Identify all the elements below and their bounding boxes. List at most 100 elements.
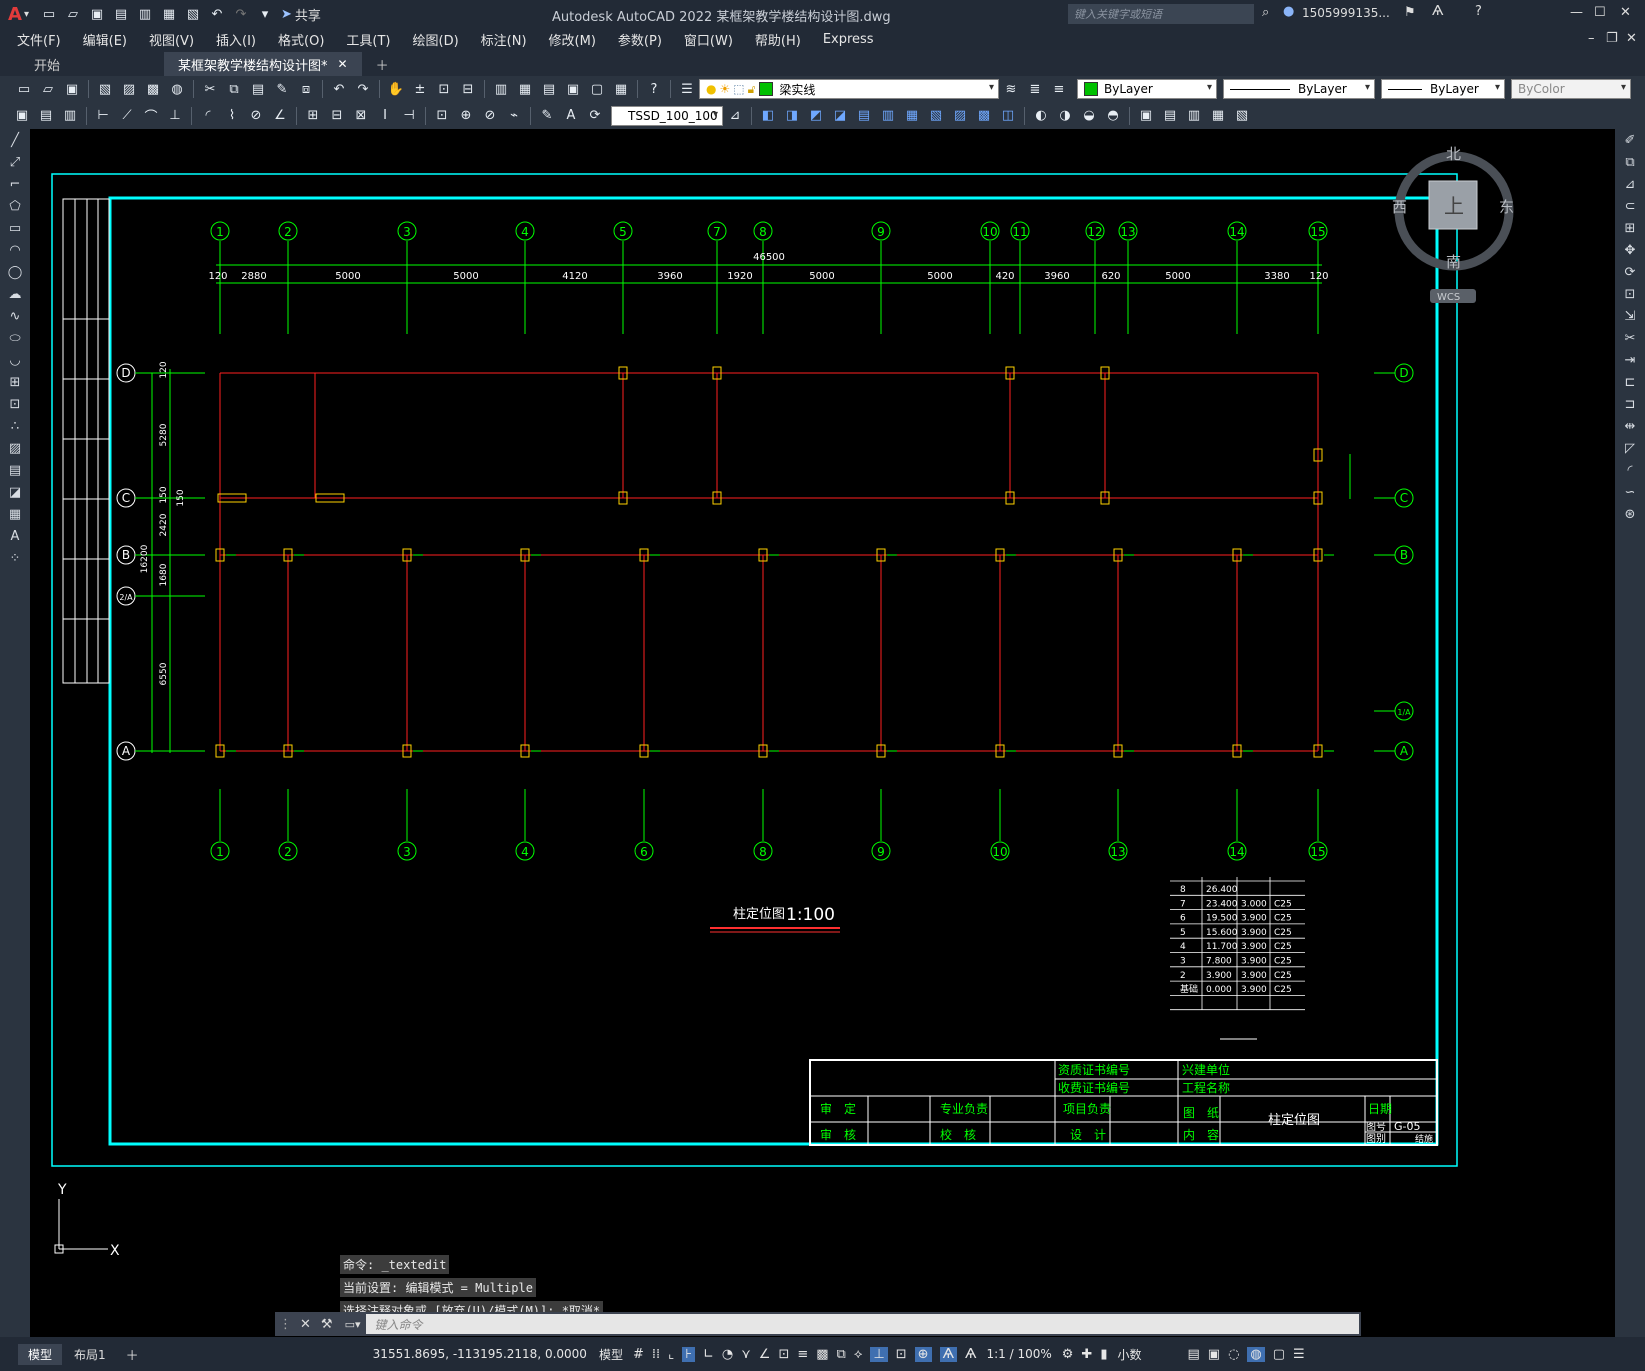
- save-icon[interactable]: ▣: [87, 4, 107, 24]
- plot-icon[interactable]: ▧: [95, 79, 115, 99]
- center-mark-icon[interactable]: ⊕: [456, 106, 476, 126]
- new-file-icon[interactable]: ▭: [39, 4, 59, 24]
- new-icon[interactable]: ▭: [14, 79, 34, 99]
- array-icon[interactable]: ⊞: [1615, 217, 1645, 239]
- copy-icon[interactable]: ⧉: [224, 79, 244, 99]
- rectangle-icon[interactable]: ▭: [0, 217, 30, 239]
- quick-dim-icon[interactable]: ⊞: [303, 106, 323, 126]
- ellipse-arc-icon[interactable]: ◡: [0, 349, 30, 371]
- close-button[interactable]: ✕: [1620, 5, 1631, 20]
- tool-10-icon[interactable]: ▩: [974, 106, 994, 126]
- 3d-osnap-icon[interactable]: ⟡: [854, 1347, 863, 1362]
- share-button[interactable]: ➤ 共享: [281, 5, 321, 24]
- tool-8-icon[interactable]: ▧: [926, 106, 946, 126]
- tool-7-icon[interactable]: ▦: [902, 106, 922, 126]
- polyline-icon[interactable]: ⌐: [0, 173, 30, 195]
- region-icon[interactable]: ◪: [0, 481, 30, 503]
- construction-line-icon[interactable]: ⤢: [0, 151, 30, 173]
- tool-14-icon[interactable]: ◒: [1079, 106, 1099, 126]
- save-as-icon[interactable]: ▤: [111, 4, 131, 24]
- snap-icon[interactable]: ⁞⁞: [652, 1347, 660, 1362]
- spline-icon[interactable]: ∿: [0, 305, 30, 327]
- tssd-icon-3[interactable]: ▥: [60, 106, 80, 126]
- search-icon[interactable]: ⌕: [1262, 5, 1269, 20]
- tool-9-icon[interactable]: ▨: [950, 106, 970, 126]
- wrench-icon[interactable]: ⚒: [321, 1317, 333, 1332]
- menu-file[interactable]: 文件(F): [6, 30, 72, 49]
- undo-icon[interactable]: ↶: [329, 79, 349, 99]
- dynamic-ucs-icon[interactable]: ⊥: [870, 1346, 888, 1362]
- open-icon[interactable]: ▱: [38, 79, 58, 99]
- clean-screen-icon[interactable]: ▢: [1273, 1347, 1285, 1362]
- publish-icon[interactable]: ▩: [143, 79, 163, 99]
- save-icon[interactable]: ▣: [62, 79, 82, 99]
- block-editor-icon[interactable]: ⧈: [296, 79, 316, 99]
- jogged-dim-icon[interactable]: ⌇: [222, 106, 242, 126]
- break-at-point-icon[interactable]: ⊏: [1615, 371, 1645, 393]
- polygon-icon[interactable]: ⬠: [0, 195, 30, 217]
- plot-icon[interactable]: ▧: [183, 4, 203, 24]
- cart-icon[interactable]: ⚑: [1404, 5, 1416, 20]
- tool-18-icon[interactable]: ▥: [1184, 106, 1204, 126]
- plotstyle-dropdown[interactable]: ByColor ▾: [1511, 79, 1631, 99]
- quick-properties-icon[interactable]: ▤: [1187, 1347, 1199, 1362]
- minimize-button[interactable]: —: [1570, 5, 1583, 20]
- hatch-icon[interactable]: ▨: [0, 437, 30, 459]
- make-block-icon[interactable]: ⊡: [0, 393, 30, 415]
- blend-icon[interactable]: ∽: [1615, 481, 1645, 503]
- radius-dim-icon[interactable]: ◜: [198, 106, 218, 126]
- menu-help[interactable]: 帮助(H): [744, 30, 812, 49]
- tool-13-icon[interactable]: ◑: [1055, 106, 1075, 126]
- new-tab-button[interactable]: ＋: [362, 52, 403, 76]
- isolate-objects-icon[interactable]: ◌: [1228, 1347, 1239, 1362]
- coordinates[interactable]: 31551.8695, -113195.2118, 0.0000: [367, 1347, 593, 1361]
- line-icon[interactable]: ╱: [0, 129, 30, 151]
- menu-dimension[interactable]: 标注(N): [470, 30, 538, 49]
- model-space-toggle[interactable]: 模型: [593, 1346, 629, 1363]
- design-center-icon[interactable]: ▦: [515, 79, 535, 99]
- paste-icon[interactable]: ▤: [248, 79, 268, 99]
- tool-2-icon[interactable]: ◨: [782, 106, 802, 126]
- layer-dropdown[interactable]: ● ☀ ⬚ 🔓︎ 梁实线 ▾: [699, 79, 999, 99]
- cut-icon[interactable]: ✂: [200, 79, 220, 99]
- diameter-dim-icon[interactable]: ⊘: [246, 106, 266, 126]
- command-prompt-icon[interactable]: ▭▾: [345, 1318, 361, 1331]
- gradient-icon[interactable]: ▤: [0, 459, 30, 481]
- doc-restore-button[interactable]: ❐: [1606, 31, 1618, 46]
- menu-view[interactable]: 视图(V): [138, 30, 205, 49]
- units-icon[interactable]: ▮: [1100, 1347, 1107, 1362]
- break-icon[interactable]: ⊐: [1615, 393, 1645, 415]
- user-icon[interactable]: ●: [1283, 4, 1294, 19]
- viewcube-west[interactable]: 西: [1392, 198, 1407, 216]
- menu-edit[interactable]: 编辑(E): [72, 30, 138, 49]
- tool-11-icon[interactable]: ◫: [998, 106, 1018, 126]
- point-icon[interactable]: ∴: [0, 415, 30, 437]
- linear-dim-icon[interactable]: ⊢: [93, 106, 113, 126]
- grip-icon[interactable]: ⋮: [279, 1317, 292, 1332]
- tool-3-icon[interactable]: ◩: [806, 106, 826, 126]
- offset-icon[interactable]: ⊂: [1615, 195, 1645, 217]
- doc-minimize-button[interactable]: –: [1588, 31, 1595, 46]
- zoom-realtime-icon[interactable]: ±: [410, 79, 430, 99]
- zoom-window-icon[interactable]: ⊡: [434, 79, 454, 99]
- publish-icon[interactable]: ▥: [135, 4, 155, 24]
- calculator-icon[interactable]: ▦: [611, 79, 631, 99]
- layout-tab-model[interactable]: 模型: [18, 1343, 63, 1365]
- menu-format[interactable]: 格式(O): [267, 30, 335, 49]
- copy-object-icon[interactable]: ⧉: [1615, 151, 1645, 173]
- close-tab-icon[interactable]: ✕: [338, 57, 348, 71]
- ellipse-icon[interactable]: ⬭: [0, 327, 30, 349]
- app-menu-button[interactable]: A: [8, 4, 22, 25]
- properties-icon[interactable]: ▥: [491, 79, 511, 99]
- preview-icon[interactable]: ▨: [119, 79, 139, 99]
- user-name[interactable]: 1505999135...: [1302, 6, 1390, 20]
- layout-tab-layout1[interactable]: 布局1: [62, 1344, 118, 1365]
- sheet-set-icon[interactable]: ▣: [563, 79, 583, 99]
- menu-tools[interactable]: 工具(T): [335, 30, 401, 49]
- viewcube-north[interactable]: 北: [1446, 145, 1461, 163]
- jogged-linear-icon[interactable]: ⌁: [504, 106, 524, 126]
- tool-19-icon[interactable]: ▦: [1208, 106, 1228, 126]
- ortho-icon[interactable]: ∟: [703, 1347, 714, 1362]
- dynamic-input-icon[interactable]: ⊦: [682, 1346, 695, 1362]
- menu-window[interactable]: 窗口(W): [673, 30, 744, 49]
